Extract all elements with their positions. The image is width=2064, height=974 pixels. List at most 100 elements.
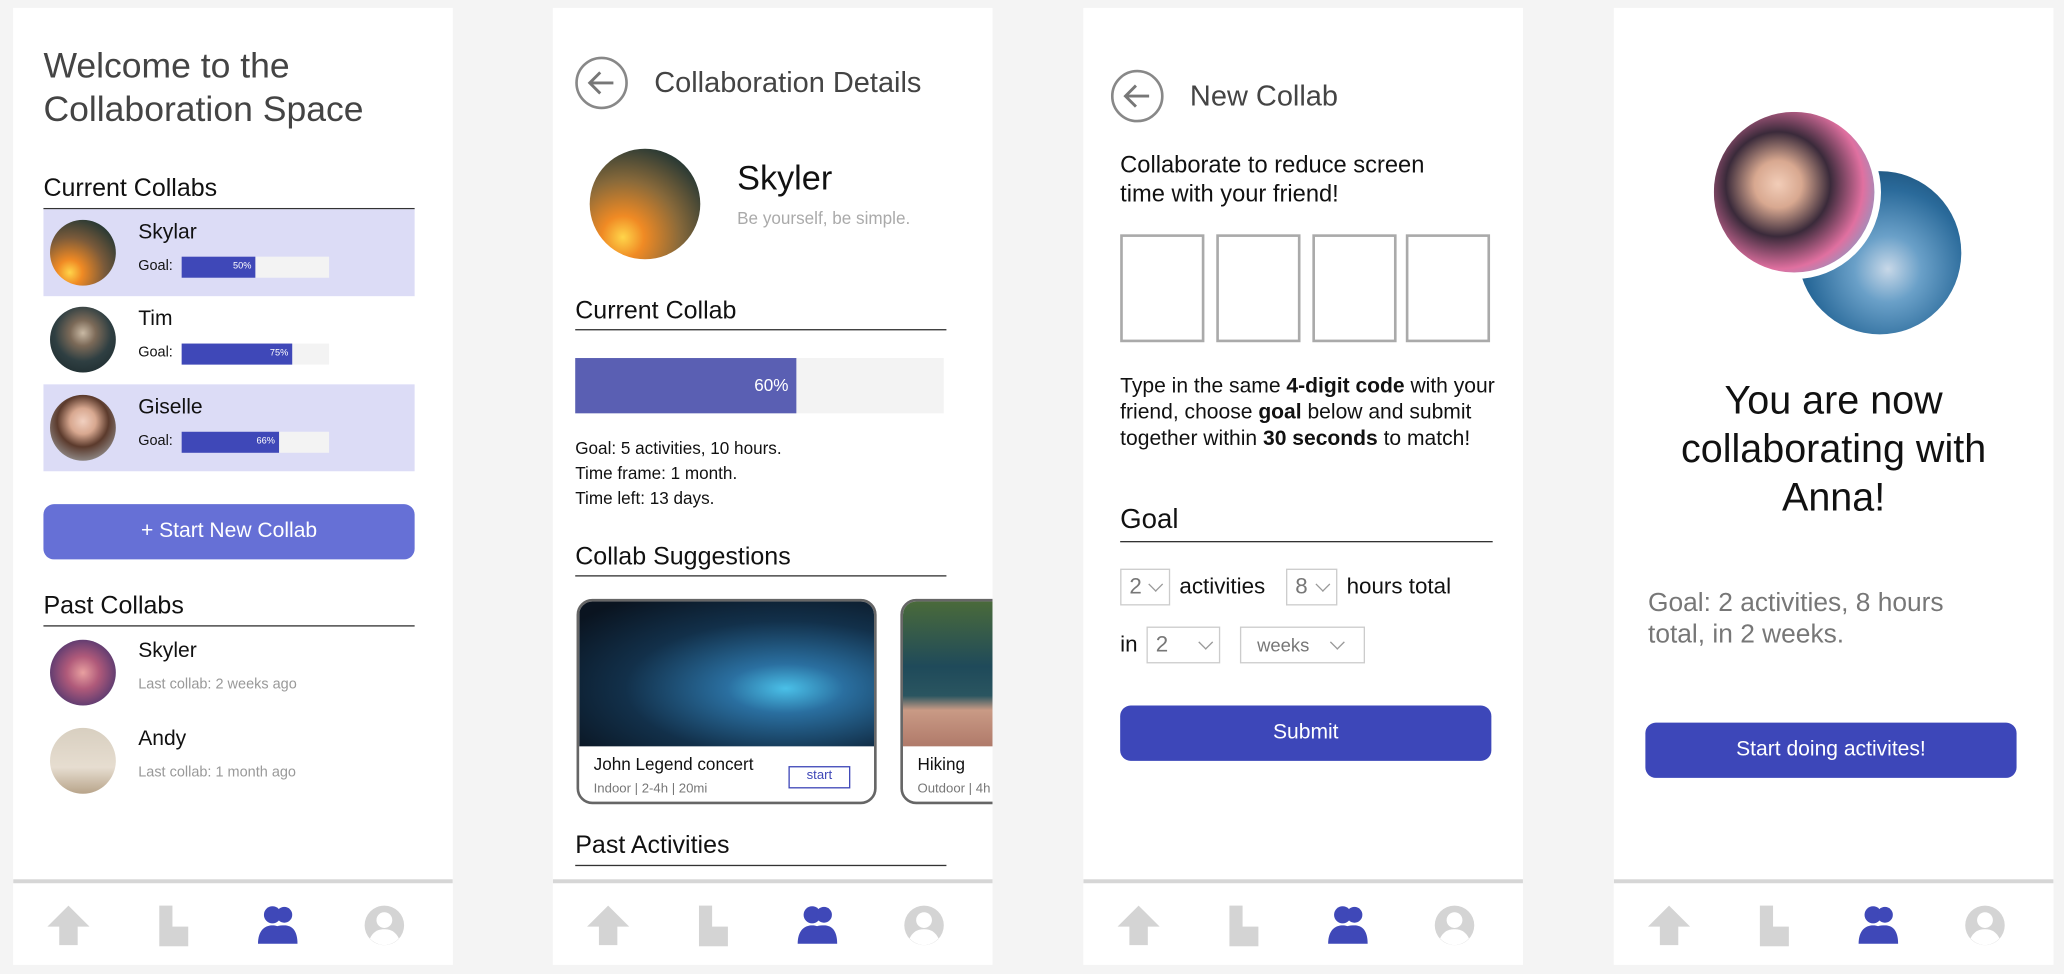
collab-icon	[1328, 906, 1368, 944]
profile-icon	[1965, 905, 2005, 946]
goal-label: Goal:	[138, 433, 173, 449]
stats-nav-button[interactable]	[1222, 904, 1267, 947]
collab-nav-button[interactable]	[1856, 904, 1901, 946]
goal-progress-bar: 50%	[181, 256, 330, 278]
start-activities-button[interactable]: Start doing activites!	[1645, 722, 2017, 778]
collab-icon	[1858, 906, 1899, 944]
bottom-nav	[13, 879, 453, 965]
home-nav-button[interactable]	[46, 904, 91, 946]
collab-nav-button[interactable]	[1326, 904, 1371, 946]
last-collab-text: Last collab: 2 weeks ago	[138, 676, 297, 693]
profile-icon	[364, 905, 405, 946]
start-button[interactable]: start	[788, 766, 851, 789]
past-collab-row-andy[interactable]: Andy Last collab: 1 month ago	[43, 717, 414, 804]
stats-nav-button[interactable]	[1752, 904, 1797, 947]
divider	[575, 329, 947, 331]
current-collabs-heading: Current Collabs	[43, 175, 218, 203]
code-digit-4[interactable]	[1405, 234, 1491, 343]
collab-nav-button[interactable]	[795, 904, 840, 946]
hiking-image	[902, 601, 993, 747]
collab-name: Andy	[138, 727, 187, 751]
code-digit-1[interactable]	[1120, 234, 1205, 343]
past-collab-row-skyler[interactable]: Skyler Last collab: 2 weeks ago	[43, 629, 414, 716]
home-nav-button[interactable]	[1116, 904, 1161, 946]
user-avatar	[1707, 105, 1881, 280]
bottom-nav	[552, 879, 993, 965]
hours-select[interactable]: 8	[1286, 568, 1338, 606]
home-icon	[587, 905, 630, 946]
page-title: Welcome to the Collaboration Space	[43, 46, 364, 129]
chevron-down-icon	[1198, 634, 1214, 650]
concert-image	[579, 601, 875, 747]
activities-select[interactable]: 2	[1120, 568, 1171, 606]
period-select[interactable]: 2	[1146, 626, 1221, 664]
divider	[575, 575, 947, 577]
collab-row-tim[interactable]: Tim Goal: 75%	[43, 296, 414, 383]
goal-label: Goal:	[138, 257, 173, 274]
goal-progress-bar: 66%	[181, 431, 330, 453]
chevron-down-icon	[1329, 634, 1345, 650]
profile-nav-button[interactable]	[902, 904, 947, 946]
unit-select[interactable]: weeks	[1239, 626, 1366, 664]
timeleft-text: Time left: 13 days.	[575, 488, 715, 509]
collab-row-giselle[interactable]: Giselle Goal: 66%	[43, 384, 415, 472]
divider	[1120, 540, 1493, 543]
chevron-down-icon	[1315, 576, 1331, 592]
page-title: New Collab	[1189, 78, 1339, 112]
back-button[interactable]	[575, 56, 628, 110]
divider	[43, 625, 415, 627]
progress-fill: 75%	[181, 343, 293, 365]
hours-label: hours total	[1346, 573, 1452, 599]
start-new-collab-button[interactable]: + Start New Collab	[43, 504, 415, 560]
screen-collaboration-details: Collaboration Details Skyler Be yourself…	[552, 7, 993, 965]
profile-icon	[904, 905, 944, 946]
collab-nav-button[interactable]	[255, 904, 300, 946]
avatar	[50, 394, 116, 461]
arrow-left-icon	[1123, 84, 1150, 108]
in-label: in	[1120, 631, 1138, 657]
current-collab-heading: Current Collab	[575, 297, 737, 326]
activities-label: activities	[1179, 573, 1266, 599]
home-icon	[1117, 905, 1160, 946]
bottom-nav	[1083, 879, 1523, 965]
home-nav-button[interactable]	[1647, 904, 1692, 946]
collab-suggestions-heading: Collab Suggestions	[575, 543, 791, 572]
profile-avatar	[589, 148, 701, 260]
stats-icon	[1229, 905, 1259, 947]
last-collab-text: Last collab: 1 month ago	[138, 764, 296, 781]
stats-nav-button[interactable]	[691, 904, 736, 947]
profile-nav-button[interactable]	[1963, 904, 2008, 946]
page-title: Collaboration Details	[654, 65, 922, 99]
stats-icon	[698, 905, 728, 947]
intro-text: Collaborate to reduce screen time with y…	[1120, 151, 1425, 207]
suggestion-card[interactable]: Hiking Outdoor | 4h	[900, 598, 993, 805]
suggestion-title: John Legend concert	[593, 754, 754, 774]
stats-nav-button[interactable]	[151, 904, 196, 947]
code-digit-2[interactable]	[1216, 234, 1301, 343]
avatar	[50, 219, 116, 286]
stats-icon	[1759, 905, 1789, 947]
chevron-down-icon	[1148, 576, 1164, 592]
timeframe-text: Time frame: 1 month.	[575, 463, 738, 484]
screen-new-collab: New Collab Collaborate to reduce screen …	[1083, 7, 1523, 965]
code-digit-3[interactable]	[1312, 234, 1397, 343]
progress-fill: 50%	[181, 256, 256, 278]
profile-nav-button[interactable]	[362, 904, 407, 946]
avatar	[50, 639, 116, 706]
collab-name: Skyler	[138, 639, 197, 663]
divider	[575, 864, 947, 867]
profile-icon	[1434, 905, 1475, 946]
avatar	[50, 727, 116, 794]
suggestion-title: Hiking	[917, 754, 966, 774]
goal-text: Goal: 5 activities, 10 hours.	[575, 438, 782, 459]
bottom-nav	[1613, 879, 2054, 965]
collab-progress-bar: 60%	[575, 358, 944, 414]
back-button[interactable]	[1110, 69, 1164, 123]
profile-bio: Be yourself, be simple.	[737, 207, 911, 228]
profile-nav-button[interactable]	[1432, 904, 1477, 946]
collab-row-skylar[interactable]: Skylar Goal: 50%	[43, 209, 415, 297]
suggestion-card[interactable]: John Legend concert Indoor | 2-4h | 20mi…	[576, 598, 877, 805]
home-nav-button[interactable]	[586, 904, 631, 946]
submit-button[interactable]: Submit	[1120, 705, 1492, 761]
goal-summary: Goal: 2 activities, 8 hours total, in 2 …	[1648, 588, 1944, 649]
